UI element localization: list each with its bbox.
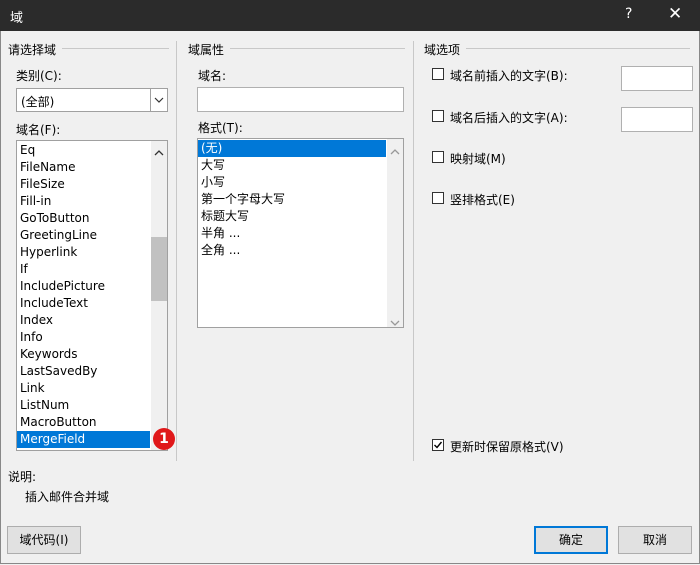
field-list-item[interactable]: GreetingLine: [17, 227, 150, 244]
format-list-scrollbar[interactable]: [387, 139, 403, 327]
help-button[interactable]: ?: [625, 6, 632, 22]
field-list-item[interactable]: Eq: [17, 142, 150, 159]
field-list-items: Eq FileName FileSize Fill-in GoToButton Greet…: [17, 142, 150, 448]
field-list-item[interactable]: ListNum: [17, 397, 150, 414]
field-name-label: 域名:: [198, 69, 227, 83]
field-options-header: 域选项: [424, 43, 461, 57]
format-list-item[interactable]: 大写: [198, 157, 386, 174]
field-names-list[interactable]: Eq FileName FileSize Fill-in GoToButton Greet…: [16, 140, 168, 451]
description-text: 插入邮件合并域: [25, 490, 110, 504]
scroll-down-icon[interactable]: [390, 315, 400, 327]
format-list-item[interactable]: 半角 ...: [198, 225, 386, 242]
field-names-label: 域名(F):: [16, 123, 61, 137]
format-list-item[interactable]: 全角 ...: [198, 242, 386, 259]
field-list-item[interactable]: Hyperlink: [17, 244, 150, 261]
field-list-item[interactable]: Info: [17, 329, 150, 346]
scroll-up-icon[interactable]: [390, 144, 400, 158]
vertical-format-label: 竖排格式(E): [450, 193, 515, 207]
field-list-item[interactable]: MergeField: [17, 431, 150, 448]
scroll-thumb[interactable]: [151, 237, 167, 301]
preserve-format-checkbox[interactable]: [432, 439, 444, 451]
field-list-item[interactable]: LastSavedBy: [17, 363, 150, 380]
preserve-format-label: 更新时保留原格式(V): [450, 440, 564, 454]
field-list-item[interactable]: Keywords: [17, 346, 150, 363]
cancel-button[interactable]: 取消: [618, 526, 692, 554]
field-properties-header: 域属性: [188, 43, 225, 57]
step-badge: 1: [153, 428, 175, 450]
field-name-input[interactable]: [197, 87, 404, 112]
title-bar: 域 ? ✕: [0, 0, 700, 31]
category-label: 类别(C):: [16, 69, 62, 83]
format-label: 格式(T):: [198, 121, 243, 135]
field-list-item[interactable]: FileSize: [17, 176, 150, 193]
format-list-item[interactable]: 第一个字母大写: [198, 191, 386, 208]
ok-button[interactable]: 确定: [534, 526, 608, 554]
field-list-item[interactable]: Link: [17, 380, 150, 397]
field-list-scrollbar[interactable]: [151, 141, 167, 450]
right-vertical-separator: [413, 41, 414, 461]
vertical-format-checkbox[interactable]: [432, 192, 444, 204]
field-list-item[interactable]: MacroButton: [17, 414, 150, 431]
format-list-item[interactable]: 小写: [198, 174, 386, 191]
field-list-item[interactable]: IncludeText: [17, 295, 150, 312]
scroll-up-icon[interactable]: [154, 145, 164, 159]
close-button[interactable]: ✕: [668, 4, 682, 24]
chevron-down-icon[interactable]: [150, 89, 167, 111]
category-value: (全部): [21, 95, 55, 109]
field-list-item[interactable]: Fill-in: [17, 193, 150, 210]
format-list-items: (无) 大写 小写 第一个字母大写 标题大写 半角 ... 全角 ...: [198, 140, 386, 259]
format-list-item[interactable]: (无): [198, 140, 386, 157]
after-text-label: 域名后插入的文字(A):: [450, 111, 568, 125]
category-combobox[interactable]: (全部): [16, 88, 168, 112]
field-list-item[interactable]: IncludePicture: [17, 278, 150, 295]
options-header-separator: [466, 48, 690, 49]
field-list-item[interactable]: GoToButton: [17, 210, 150, 227]
props-header-separator: [230, 48, 405, 49]
mapped-field-checkbox[interactable]: [432, 151, 444, 163]
field-codes-button[interactable]: 域代码(I): [7, 526, 81, 554]
choose-field-header: 请选择域: [8, 43, 57, 57]
field-list-item[interactable]: If: [17, 261, 150, 278]
format-list-item[interactable]: 标题大写: [198, 208, 386, 225]
left-vertical-separator: [176, 41, 177, 461]
before-text-checkbox[interactable]: [432, 68, 444, 80]
window-title: 域: [10, 11, 24, 26]
before-text-label: 域名前插入的文字(B):: [450, 69, 568, 83]
description-label: 说明:: [8, 470, 37, 484]
format-list[interactable]: (无) 大写 小写 第一个字母大写 标题大写 半角 ... 全角 ...: [197, 138, 404, 328]
after-text-checkbox[interactable]: [432, 110, 444, 122]
after-text-input[interactable]: [621, 107, 693, 132]
choose-header-separator: [62, 48, 169, 49]
field-list-item[interactable]: Index: [17, 312, 150, 329]
mapped-field-label: 映射域(M): [450, 152, 506, 166]
checkmark-icon: [434, 441, 443, 449]
field-list-item[interactable]: FileName: [17, 159, 150, 176]
before-text-input[interactable]: [621, 66, 693, 91]
